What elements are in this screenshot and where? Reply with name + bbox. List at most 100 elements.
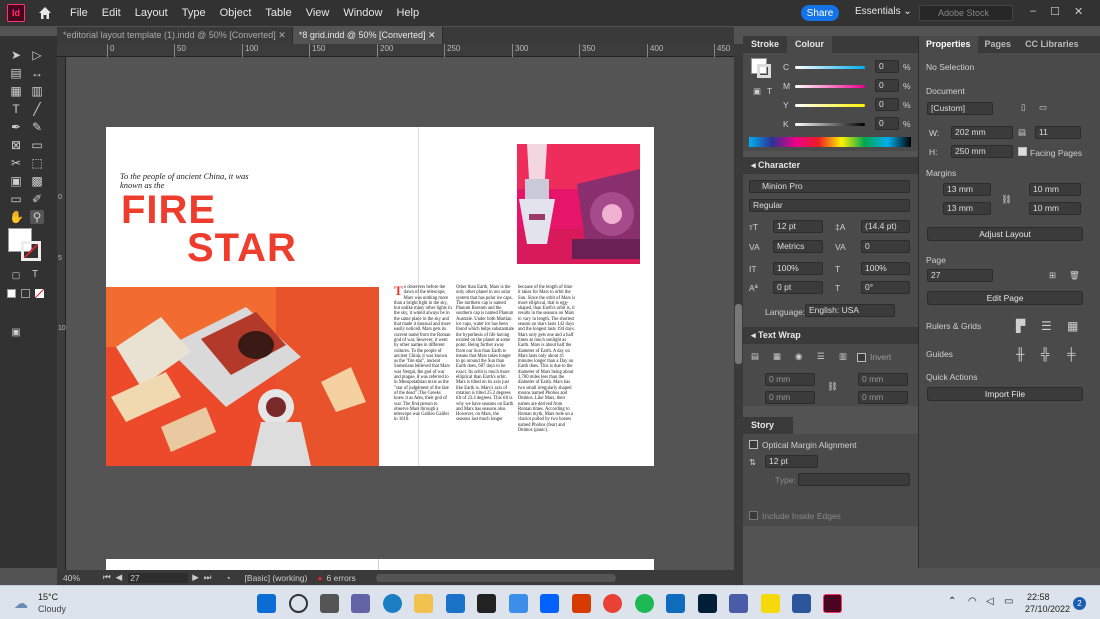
- body-column-3[interactable]: because of the length of time it takes f…: [518, 285, 576, 433]
- next-page-icon[interactable]: ▶: [192, 572, 199, 583]
- page-select[interactable]: 27: [927, 269, 993, 282]
- title-line-2[interactable]: STAR: [187, 228, 297, 268]
- preflight-icon[interactable]: ◔: [225, 573, 230, 583]
- photoshop-icon[interactable]: [698, 594, 717, 613]
- stroke-swatch[interactable]: [21, 241, 41, 261]
- search-icon[interactable]: [289, 594, 308, 613]
- colour-stroke-swatch[interactable]: [757, 64, 771, 78]
- workspace-switcher[interactable]: Essentials ⌄: [855, 6, 912, 17]
- none-icon[interactable]: ▣: [753, 86, 761, 97]
- speaker-icon[interactable]: ◁: [986, 596, 994, 607]
- notes-icon[interactable]: [761, 594, 780, 613]
- page-tool-icon[interactable]: ▤: [9, 66, 23, 80]
- rectangle-frame-icon[interactable]: ⊠: [9, 138, 23, 152]
- direct-selection-icon[interactable]: ▷: [30, 48, 44, 62]
- lock-guides-icon[interactable]: ╬: [1041, 347, 1050, 361]
- magenta-value[interactable]: 0: [875, 79, 899, 92]
- battery-icon[interactable]: ▭: [1004, 596, 1013, 607]
- chrome-icon[interactable]: [603, 594, 622, 613]
- optical-margin-checkbox[interactable]: [749, 440, 758, 449]
- word-icon[interactable]: [792, 594, 811, 613]
- black-value[interactable]: 0: [875, 117, 899, 130]
- portrait-icon[interactable]: ▯: [1021, 102, 1026, 113]
- minimize-icon[interactable]: –: [1030, 5, 1036, 18]
- tab-pages[interactable]: Pages: [978, 36, 1019, 53]
- stock-search-input[interactable]: Adobe Stock: [919, 5, 1013, 21]
- wifi-icon[interactable]: ◠: [968, 596, 977, 607]
- baseline-grid-icon[interactable]: ☰: [1041, 319, 1052, 333]
- file-explorer-icon[interactable]: [414, 594, 433, 613]
- language-select[interactable]: English: USA: [805, 304, 895, 317]
- temperature[interactable]: 15°C: [38, 592, 58, 602]
- gradient-feather-icon[interactable]: ▩: [30, 174, 44, 188]
- margin-inside-field[interactable]: 10 mm: [1029, 183, 1081, 196]
- body-column-2[interactable]: Other than Earth, Mars is the only other…: [456, 285, 514, 423]
- link-icon[interactable]: ⛓: [1001, 194, 1012, 205]
- line-tool-icon[interactable]: ╱: [30, 102, 44, 116]
- right-offset-field[interactable]: 0 mm: [858, 391, 908, 404]
- black-slider[interactable]: [795, 123, 865, 126]
- guides-icon[interactable]: ╫: [1016, 347, 1025, 361]
- height-field[interactable]: 250 mm: [951, 145, 1013, 158]
- adjust-layout-button[interactable]: Adjust Layout: [927, 227, 1083, 241]
- add-page-icon[interactable]: ⊞: [1049, 270, 1056, 281]
- content-collector-icon[interactable]: ▦: [9, 84, 23, 98]
- no-wrap-icon[interactable]: ▤: [751, 351, 759, 362]
- menu-edit[interactable]: Edit: [96, 7, 129, 19]
- tab-cc-libraries[interactable]: CC Libraries: [1018, 36, 1086, 53]
- document-preset-select[interactable]: [Custom]: [927, 102, 993, 115]
- yellow-value[interactable]: 0: [875, 98, 899, 111]
- jump-object-icon[interactable]: ☰: [817, 351, 825, 362]
- delete-page-icon[interactable]: 🗑: [1069, 270, 1080, 281]
- clock-date[interactable]: 27/10/2022: [1025, 604, 1070, 614]
- cyan-slider[interactable]: [795, 66, 865, 69]
- menu-window[interactable]: Window: [337, 7, 390, 19]
- page-number-field[interactable]: 27: [128, 572, 189, 583]
- menu-table[interactable]: Table: [259, 7, 299, 19]
- apply-color-icon[interactable]: [7, 289, 16, 298]
- margin-top-field[interactable]: 13 mm: [943, 183, 991, 196]
- tab-editorial-layout[interactable]: *editorial layout template (1).indd @ 50…: [57, 27, 293, 44]
- pen-tool-icon[interactable]: ✒: [9, 120, 23, 134]
- magenta-slider[interactable]: [795, 85, 865, 88]
- vertical-scrollbar[interactable]: [734, 44, 743, 585]
- tab-colour[interactable]: Colour: [787, 36, 833, 53]
- spacecraft-image[interactable]: [517, 144, 640, 264]
- font-size-field[interactable]: 12 pt: [773, 220, 823, 233]
- horizontal-scale-field[interactable]: 100%: [861, 262, 910, 275]
- leading-field[interactable]: (14.4 pt): [861, 220, 910, 233]
- zoom-tool-icon[interactable]: ⚲: [30, 210, 44, 224]
- hand-tool-icon[interactable]: ✋: [9, 210, 24, 224]
- photos-icon[interactable]: [666, 594, 685, 613]
- pencil-tool-icon[interactable]: ✎: [30, 120, 44, 134]
- start-icon[interactable]: [257, 594, 276, 613]
- close-icon[interactable]: ✕: [428, 30, 436, 40]
- spotify-icon[interactable]: [635, 594, 654, 613]
- apply-gradient-icon[interactable]: [21, 289, 30, 298]
- formatting-text-icon[interactable]: T: [28, 268, 42, 282]
- first-page-icon[interactable]: ⏮: [103, 572, 111, 583]
- menu-view[interactable]: View: [300, 7, 338, 19]
- optical-size-field[interactable]: 12 pt: [765, 455, 818, 468]
- tracking-field[interactable]: 0: [861, 240, 910, 253]
- store-icon[interactable]: [509, 594, 528, 613]
- edit-page-button[interactable]: Edit Page: [927, 291, 1083, 305]
- jump-column-icon[interactable]: ▥: [839, 351, 847, 362]
- text-format-icon[interactable]: T: [767, 86, 772, 96]
- wrap-bounding-icon[interactable]: ▦: [773, 351, 781, 362]
- menu-help[interactable]: Help: [390, 7, 427, 19]
- mail-icon[interactable]: [446, 594, 465, 613]
- clock-time[interactable]: 22:58: [1027, 592, 1050, 602]
- page-count-field[interactable]: 11: [1035, 126, 1081, 139]
- selection-tool-icon[interactable]: ➤: [9, 48, 23, 62]
- rocket-astronaut-image[interactable]: [106, 287, 379, 466]
- menu-file[interactable]: File: [64, 7, 96, 19]
- wrap-shape-icon[interactable]: ◉: [795, 351, 802, 362]
- colour-spectrum[interactable]: [749, 137, 911, 147]
- home-icon[interactable]: [37, 5, 53, 21]
- preflight-profile[interactable]: [Basic] (working): [245, 573, 308, 583]
- story-title[interactable]: Story: [751, 420, 774, 430]
- cyan-value[interactable]: 0: [875, 60, 899, 73]
- import-file-button[interactable]: Import File: [927, 387, 1083, 401]
- scroll-thumb[interactable]: [735, 304, 742, 364]
